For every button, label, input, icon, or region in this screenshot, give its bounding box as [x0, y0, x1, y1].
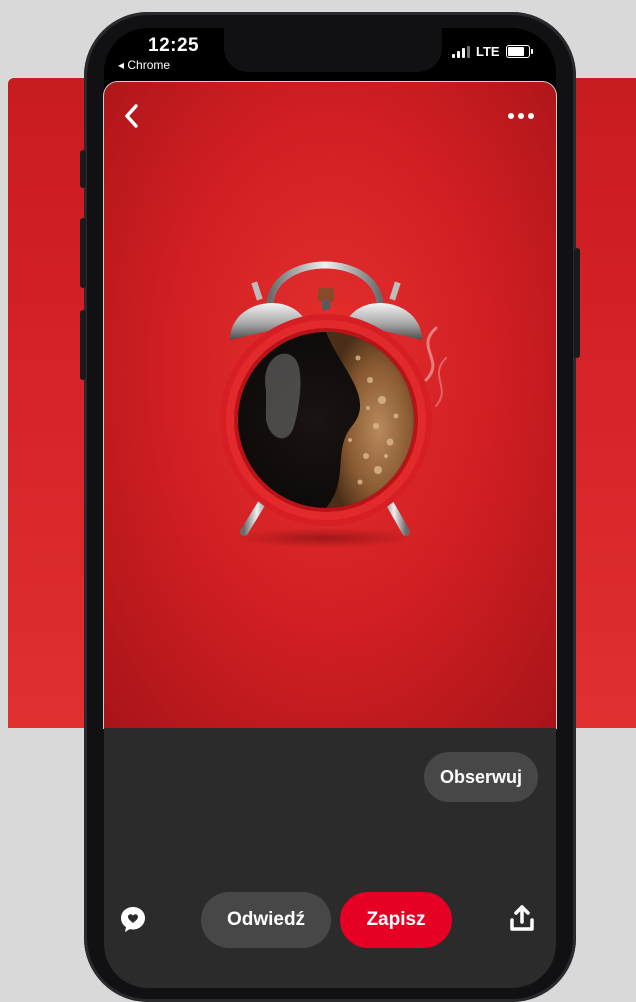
signal-icon [452, 45, 470, 58]
back-to-app-link[interactable]: ◂ Chrome [118, 58, 170, 72]
phone-volume-up [80, 218, 86, 288]
more-options-button[interactable] [506, 106, 536, 126]
share-upload-icon [510, 905, 534, 931]
status-indicators: LTE [452, 44, 533, 59]
follow-button[interactable]: Obserwuj [424, 752, 538, 802]
share-button[interactable] [508, 904, 536, 934]
battery-icon [505, 45, 533, 58]
phone-volume-down [80, 310, 86, 380]
heart-speech-bubble-icon [121, 907, 145, 932]
back-button[interactable] [118, 100, 146, 132]
network-type: LTE [476, 44, 500, 59]
phone-power-button [574, 248, 580, 358]
comment-button[interactable] [118, 904, 148, 934]
chevron-left-icon [125, 104, 138, 128]
status-time: 12:25 [148, 35, 200, 56]
more-dots-icon [508, 113, 534, 119]
phone-notch [224, 28, 442, 72]
visit-button[interactable]: Odwiedź [201, 892, 331, 948]
save-button[interactable]: Zapisz [340, 892, 452, 948]
phone-mute-switch [80, 150, 86, 188]
alarm-clock-coffee-image [220, 261, 447, 548]
